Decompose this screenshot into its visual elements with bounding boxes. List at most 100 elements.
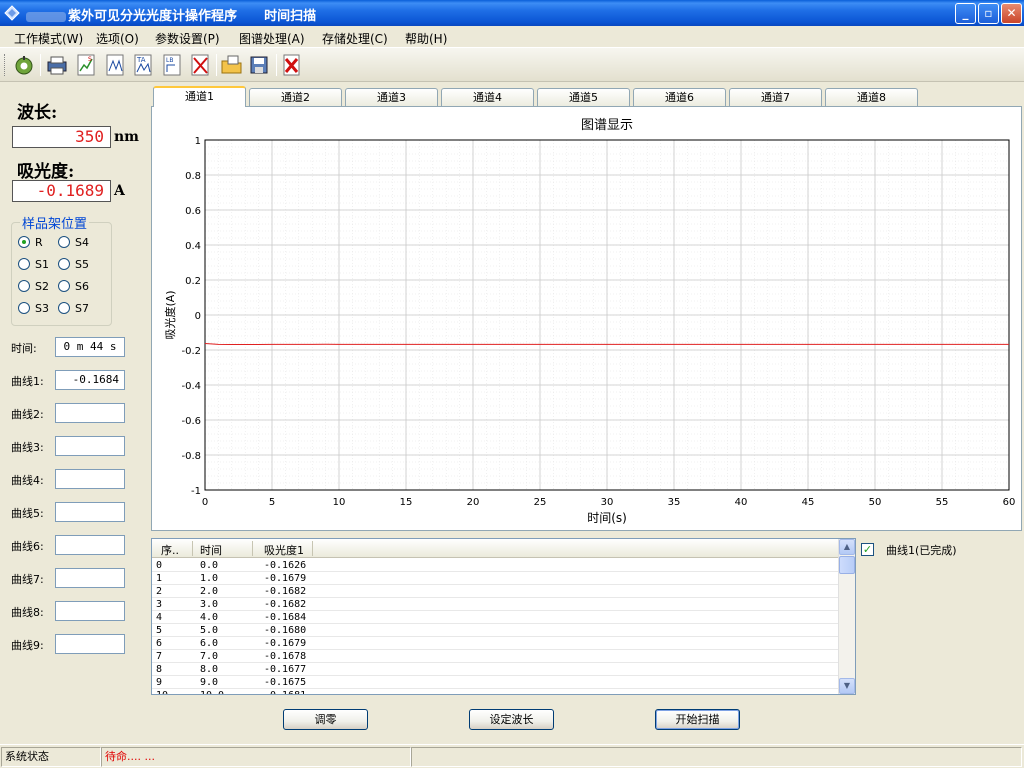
minimize-button[interactable]: _ bbox=[955, 3, 976, 24]
row-absorbance: -0.1679 bbox=[264, 573, 307, 584]
clear-icon[interactable] bbox=[280, 53, 304, 77]
toolbar-separator bbox=[216, 54, 217, 76]
table-scrollbar[interactable]: ▲ ▼ bbox=[838, 539, 855, 694]
curve1-checkbox[interactable]: ✓ bbox=[861, 543, 874, 556]
peak-label-icon[interactable]: TA bbox=[132, 53, 156, 77]
y-tick-label: -1 bbox=[191, 486, 201, 497]
print-icon[interactable] bbox=[45, 53, 69, 77]
sample-radio-label: S6 bbox=[75, 280, 89, 293]
menu-options[interactable]: 选项(O) bbox=[96, 30, 139, 47]
curve-7-label: 曲线7: bbox=[11, 573, 44, 586]
data-table[interactable]: 序.. 时间 吸光度1 0 0.0 -0.1626 1 1.0 -0.1679 2 2.0 -0… bbox=[151, 538, 856, 695]
delete-curve-icon[interactable] bbox=[189, 53, 213, 77]
open-file-icon[interactable] bbox=[220, 53, 244, 77]
save-file-icon[interactable] bbox=[248, 53, 272, 77]
curve-2-value bbox=[55, 403, 125, 423]
table-row[interactable]: 7 7.0 -0.1678 bbox=[152, 650, 840, 663]
sample-radio-s4[interactable]: S4 bbox=[58, 236, 89, 249]
table-row[interactable]: 6 6.0 -0.1679 bbox=[152, 637, 840, 650]
y-tick-label: -0.8 bbox=[181, 451, 201, 462]
curve-9-label: 曲线9: bbox=[11, 639, 44, 652]
row-index: 5 bbox=[156, 625, 163, 636]
spectrum-icon[interactable]: S bbox=[75, 53, 99, 77]
tab-channel-1[interactable]: 通道1 bbox=[153, 86, 246, 107]
radio-circle-icon[interactable] bbox=[58, 302, 70, 314]
peak-icon[interactable] bbox=[104, 53, 128, 77]
column-header-absorbance[interactable]: 吸光度1 bbox=[264, 542, 304, 558]
scroll-thumb[interactable] bbox=[839, 556, 855, 574]
sample-radio-s5[interactable]: S5 bbox=[58, 258, 89, 271]
tab-channel-6[interactable]: 通道6 bbox=[633, 88, 726, 106]
radio-circle-icon[interactable] bbox=[18, 280, 30, 292]
sample-radio-s1[interactable]: S1 bbox=[18, 258, 49, 271]
column-divider[interactable] bbox=[192, 541, 193, 556]
sample-radio-s7[interactable]: S7 bbox=[58, 302, 89, 315]
sample-holder-title: 样品架位置 bbox=[20, 213, 90, 232]
column-divider[interactable] bbox=[312, 541, 313, 556]
radio-circle-icon[interactable] bbox=[58, 236, 70, 248]
table-row[interactable]: 4 4.0 -0.1684 bbox=[152, 611, 840, 624]
x-tick-label: 20 bbox=[467, 497, 480, 508]
set-wavelength-button[interactable]: 设定波长 bbox=[469, 709, 554, 730]
sample-radio-s2[interactable]: S2 bbox=[18, 280, 49, 293]
close-button[interactable]: ✕ bbox=[1001, 3, 1022, 24]
baseline-icon[interactable]: LB bbox=[161, 53, 185, 77]
tab-channel-3[interactable]: 通道3 bbox=[345, 88, 438, 106]
sample-radio-label: S4 bbox=[75, 236, 89, 249]
x-tick-label: 35 bbox=[668, 497, 681, 508]
status-bar: 系统状态 待命.... ... bbox=[0, 744, 1024, 768]
curve-1-label: 曲线1: bbox=[11, 375, 44, 388]
sample-radio-r[interactable]: R bbox=[18, 236, 43, 249]
table-row[interactable]: 9 9.0 -0.1675 bbox=[152, 676, 840, 689]
curve-4-label: 曲线4: bbox=[11, 474, 44, 487]
tab-channel-5[interactable]: 通道5 bbox=[537, 88, 630, 106]
menu-bar: 工作模式(W) 选项(O) 参数设置(P) 图谱处理(A) 存储处理(C) 帮助… bbox=[0, 26, 1024, 48]
window-title: 紫外可见分光光度计操作程序 时间扫描 bbox=[26, 5, 316, 24]
table-row[interactable]: 3 3.0 -0.1682 bbox=[152, 598, 840, 611]
column-header-time[interactable]: 时间 bbox=[200, 542, 222, 558]
table-row[interactable]: 1 1.0 -0.1679 bbox=[152, 572, 840, 585]
radio-circle-icon[interactable] bbox=[18, 258, 30, 270]
table-row[interactable]: 5 5.0 -0.1680 bbox=[152, 624, 840, 637]
curve-9-value bbox=[55, 634, 125, 654]
curve-5-label: 曲线5: bbox=[11, 507, 44, 520]
column-header-index[interactable]: 序.. bbox=[161, 542, 179, 558]
menu-spectrum[interactable]: 图谱处理(A) bbox=[239, 30, 305, 47]
row-index: 1 bbox=[156, 573, 163, 584]
curve-3-label: 曲线3: bbox=[11, 441, 44, 454]
tab-channel-7[interactable]: 通道7 bbox=[729, 88, 822, 106]
zero-button[interactable]: 调零 bbox=[283, 709, 368, 730]
tab-channel-2[interactable]: 通道2 bbox=[249, 88, 342, 106]
tab-channel-4[interactable]: 通道4 bbox=[441, 88, 534, 106]
scroll-down-icon[interactable]: ▼ bbox=[839, 678, 855, 694]
wavelength-label: 波长: bbox=[17, 103, 58, 123]
curve-6-label: 曲线6: bbox=[11, 540, 44, 553]
toolbar-grip[interactable] bbox=[4, 54, 7, 76]
column-divider[interactable] bbox=[252, 541, 253, 556]
radio-circle-icon[interactable] bbox=[58, 258, 70, 270]
start-scan-button[interactable]: 开始扫描 bbox=[655, 709, 740, 730]
menu-storage[interactable]: 存储处理(C) bbox=[322, 30, 388, 47]
menu-parameters[interactable]: 参数设置(P) bbox=[155, 30, 220, 47]
radio-circle-icon[interactable] bbox=[18, 302, 30, 314]
table-row[interactable]: 10 10.0 -0.1681 bbox=[152, 689, 840, 694]
radio-circle-icon[interactable] bbox=[18, 236, 30, 248]
svg-text:LB: LB bbox=[166, 57, 173, 64]
status-label: 系统状态 bbox=[1, 747, 101, 767]
scroll-up-icon[interactable]: ▲ bbox=[839, 539, 855, 555]
table-row[interactable]: 0 0.0 -0.1626 bbox=[152, 559, 840, 572]
table-row[interactable]: 2 2.0 -0.1682 bbox=[152, 585, 840, 598]
x-tick-label: 40 bbox=[735, 497, 748, 508]
sample-radio-s3[interactable]: S3 bbox=[18, 302, 49, 315]
y-tick-label: 0.4 bbox=[185, 241, 201, 252]
connect-icon[interactable] bbox=[12, 53, 36, 77]
table-row[interactable]: 8 8.0 -0.1677 bbox=[152, 663, 840, 676]
maximize-button[interactable]: ▫ bbox=[978, 3, 999, 24]
radio-circle-icon[interactable] bbox=[58, 280, 70, 292]
sample-radio-s6[interactable]: S6 bbox=[58, 280, 89, 293]
row-time: 8.0 bbox=[200, 664, 219, 675]
tab-channel-8[interactable]: 通道8 bbox=[825, 88, 918, 106]
menu-help[interactable]: 帮助(H) bbox=[405, 30, 447, 47]
menu-work-mode[interactable]: 工作模式(W) bbox=[14, 30, 83, 47]
row-absorbance: -0.1678 bbox=[264, 651, 307, 662]
